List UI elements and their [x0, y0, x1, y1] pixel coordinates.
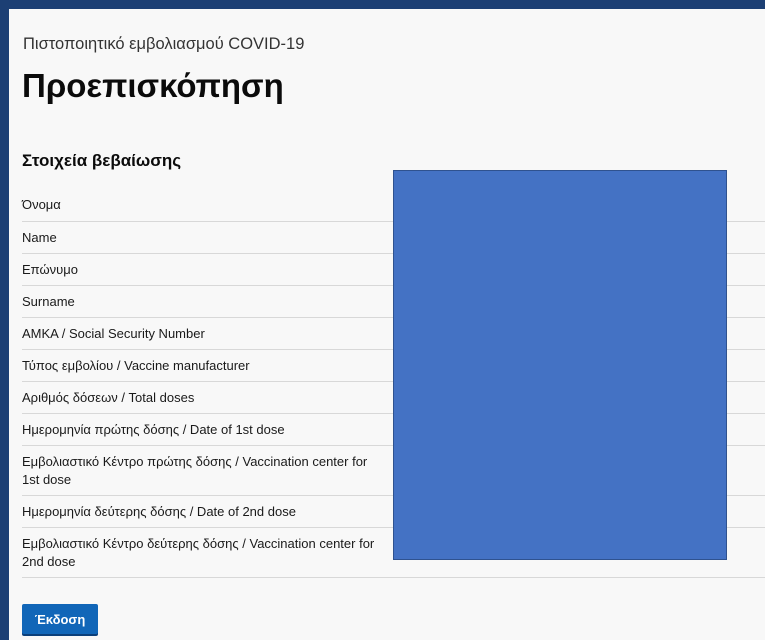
field-label: Ημερομηνία δεύτερης δόσης / Date of 2nd …: [22, 503, 296, 519]
page-kicker: Πιστοποιητικό εμβολιασμού COVID-19: [23, 35, 305, 53]
field-label: Αριθμός δόσεων / Total doses: [22, 389, 195, 405]
field-label: Name: [22, 229, 57, 245]
section-heading: Στοιχεία βεβαίωσης: [22, 151, 182, 170]
field-label: Εμβολιαστικό Κέντρο δεύτερης δόσης / Vac…: [22, 535, 375, 569]
redaction-box: [393, 170, 727, 560]
field-label: Τύπος εμβολίου / Vaccine manufacturer: [22, 357, 250, 373]
field-label: Εμβολιαστικό Κέντρο πρώτης δόσης / Vacci…: [22, 453, 368, 487]
main-content: Πιστοποιητικό εμβολιασμού COVID-19 Προεπ…: [22, 9, 765, 640]
field-label: Επώνυμο: [22, 261, 78, 277]
issue-button[interactable]: Έκδοση: [22, 604, 98, 634]
field-label: Ημερομηνία πρώτης δόσης / Date of 1st do…: [22, 421, 285, 437]
field-label: Surname: [22, 293, 75, 309]
field-label: Όνομα: [22, 197, 61, 212]
field-label: ΑΜΚΑ / Social Security Number: [22, 325, 205, 341]
page-frame: Πιστοποιητικό εμβολιασμού COVID-19 Προεπ…: [0, 0, 765, 640]
page-title: Προεπισκόπηση: [22, 67, 284, 104]
